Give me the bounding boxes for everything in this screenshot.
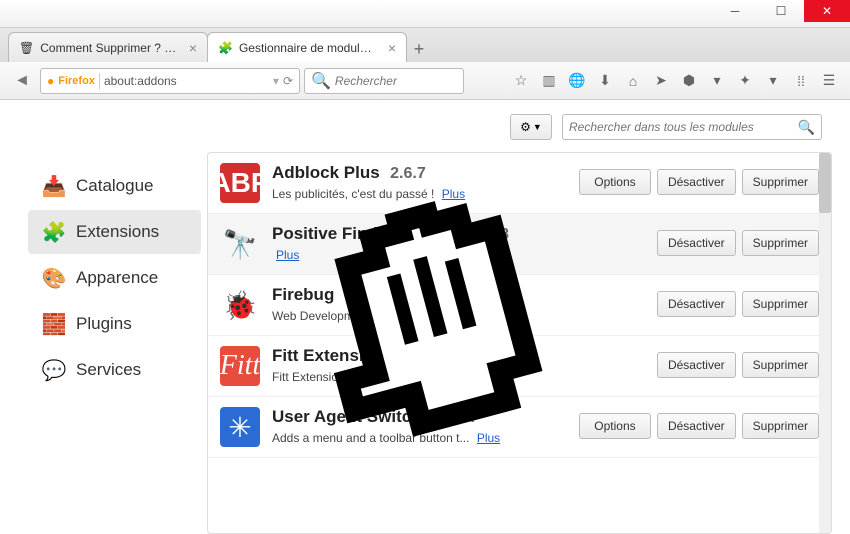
more-link[interactable]: Plus (442, 187, 465, 201)
sidebar-item-plugins[interactable]: 🧱 Plugins (28, 302, 201, 346)
trash-icon: 🗑 (19, 40, 34, 56)
new-tab-button[interactable]: + (406, 36, 432, 62)
chevron-down-icon: ▼ (533, 122, 542, 132)
scrollbar-thumb[interactable] (819, 153, 831, 213)
close-icon[interactable]: × (388, 40, 396, 56)
fitt-extension-icon: Fitt (220, 346, 260, 386)
remove-button[interactable]: Supprimer (742, 352, 819, 378)
sidebar-item-apparence[interactable]: 🎨 Apparence (28, 256, 201, 300)
disable-button[interactable]: Désactiver (657, 291, 736, 317)
address-text: about:addons (104, 74, 269, 88)
puzzle-icon: 🧩 (218, 40, 233, 56)
addon-name: Adblock Plus (272, 163, 380, 182)
addon-sidebar: 📥 Catalogue 🧩 Extensions 🎨 Apparence 🧱 P… (22, 100, 207, 534)
apps-icon[interactable]: ⁞⁞ (788, 68, 814, 94)
sidebar-item-label: Plugins (76, 314, 132, 334)
addon-description: Adds a menu and a toolbar button t... (272, 431, 469, 445)
tool-icon[interactable]: ✦ (732, 68, 758, 94)
tab-comment-supprimer[interactable]: 🗑 Comment Supprimer ? Net... × (8, 32, 208, 62)
addon-name: User Agent Switcher (272, 407, 438, 426)
catalogue-icon: 📥 (42, 174, 66, 198)
addon-row[interactable]: 🐞 Firebug Web Development Désactiver Sup… (208, 275, 831, 336)
extensions-icon: 🧩 (42, 220, 66, 244)
addon-name: Positive Finds (272, 224, 387, 243)
gear-icon: ⚙ (520, 120, 531, 134)
sidebar-item-label: Services (76, 360, 141, 380)
options-button[interactable]: Options (579, 169, 651, 195)
disable-button[interactable]: Désactiver (657, 413, 736, 439)
reload-icon[interactable]: ⟳ (283, 74, 293, 88)
globe-icon[interactable]: 🌐 (564, 68, 590, 94)
addon-description: Web Development (272, 309, 371, 323)
remove-button[interactable]: Supprimer (742, 169, 819, 195)
tab-title: Comment Supprimer ? Net... (40, 41, 179, 55)
remove-button[interactable]: Supprimer (742, 413, 819, 439)
tab-title: Gestionnaire de modules c... (239, 41, 378, 55)
disable-button[interactable]: Désactiver (657, 230, 736, 256)
scrollbar-track[interactable] (819, 153, 831, 533)
addon-name: Firebug (272, 285, 334, 304)
more-link[interactable]: Plus (276, 248, 299, 262)
window-close-button[interactable]: ✕ (804, 0, 850, 22)
addon-row[interactable]: ✳ User Agent Switcher 0.7. Adds a menu a… (208, 397, 831, 458)
addon-search-bar[interactable]: 🔍 (562, 114, 822, 140)
sidebar-item-label: Extensions (76, 222, 159, 242)
tools-dropdown[interactable]: ⚙ ▼ (510, 114, 552, 140)
bookmark-star-icon[interactable]: ☆ (508, 68, 534, 94)
sidebar-item-label: Catalogue (76, 176, 154, 196)
addon-version: 0.7. (448, 409, 475, 426)
positive-finds-icon: 🔭 (220, 224, 260, 264)
addon-row[interactable]: 🔭 Positive Finds 2.0.5455.24478 Plus Dés… (208, 214, 831, 275)
close-icon[interactable]: × (189, 40, 197, 56)
addon-description: Les publicités, c'est du passé ! (272, 187, 434, 201)
tab-addons-manager[interactable]: 🧩 Gestionnaire de modules c... × (207, 32, 407, 62)
nav-toolbar: ◄ ● Firefox about:addons ▾ ⟳ 🔍 ☆ ▥ 🌐 ⬇ ⌂… (0, 62, 850, 100)
back-button[interactable]: ◄ (8, 67, 36, 95)
search-icon: 🔍 (311, 71, 331, 91)
services-icon: 💬 (42, 358, 66, 382)
sidebar-item-services[interactable]: 💬 Services (28, 348, 201, 392)
user-agent-switcher-icon: ✳ (220, 407, 260, 447)
url-bar[interactable]: ● Firefox about:addons ▾ ⟳ (40, 68, 300, 94)
appearance-icon: 🎨 (42, 266, 66, 290)
firefox-icon: ● (47, 74, 54, 88)
tab-bar: 🗑 Comment Supprimer ? Net... × 🧩 Gestion… (0, 28, 850, 62)
abp-icon[interactable]: ⬢ (676, 68, 702, 94)
remove-button[interactable]: Supprimer (742, 291, 819, 317)
addon-name: Fitt Extension (272, 346, 384, 365)
home-icon[interactable]: ⌂ (620, 68, 646, 94)
identity-label: Firefox (58, 75, 95, 87)
dropdown-icon[interactable]: ▾ (760, 68, 786, 94)
send-icon[interactable]: ➤ (648, 68, 674, 94)
download-icon[interactable]: ⬇ (592, 68, 618, 94)
addon-version: 2.0.5455.24478 (398, 226, 509, 243)
more-link[interactable]: Plus (477, 431, 500, 445)
addon-description: Fitt Extension fo (272, 370, 358, 384)
addon-row[interactable]: Fitt Fitt Extension Fitt Extension fo Dé… (208, 336, 831, 397)
sidebar-item-label: Apparence (76, 268, 158, 288)
adblock-plus-icon: ABP (220, 163, 260, 203)
window-maximize-button[interactable]: ☐ (758, 0, 804, 22)
addon-search-input[interactable] (569, 120, 798, 134)
addon-version: 2.6.7 (390, 165, 426, 182)
remove-button[interactable]: Supprimer (742, 230, 819, 256)
dropdown-icon[interactable]: ▾ (704, 68, 730, 94)
dropdown-icon[interactable]: ▾ (273, 74, 279, 88)
firebug-icon: 🐞 (220, 285, 260, 325)
plugins-icon: 🧱 (42, 312, 66, 336)
search-icon[interactable]: 🔍 (798, 119, 815, 136)
disable-button[interactable]: Désactiver (657, 352, 736, 378)
menu-icon[interactable]: ☰ (816, 68, 842, 94)
addon-row[interactable]: ABP Adblock Plus 2.6.7 Les publicités, c… (208, 153, 831, 214)
search-bar[interactable]: 🔍 (304, 68, 464, 94)
reading-list-icon[interactable]: ▥ (536, 68, 562, 94)
options-button[interactable]: Options (579, 413, 651, 439)
window-minimize-button[interactable]: ─ (712, 0, 758, 22)
search-input[interactable] (335, 74, 457, 88)
addon-list: ABP Adblock Plus 2.6.7 Les publicités, c… (207, 152, 832, 534)
sidebar-item-extensions[interactable]: 🧩 Extensions (28, 210, 201, 254)
sidebar-item-catalogue[interactable]: 📥 Catalogue (28, 164, 201, 208)
disable-button[interactable]: Désactiver (657, 169, 736, 195)
